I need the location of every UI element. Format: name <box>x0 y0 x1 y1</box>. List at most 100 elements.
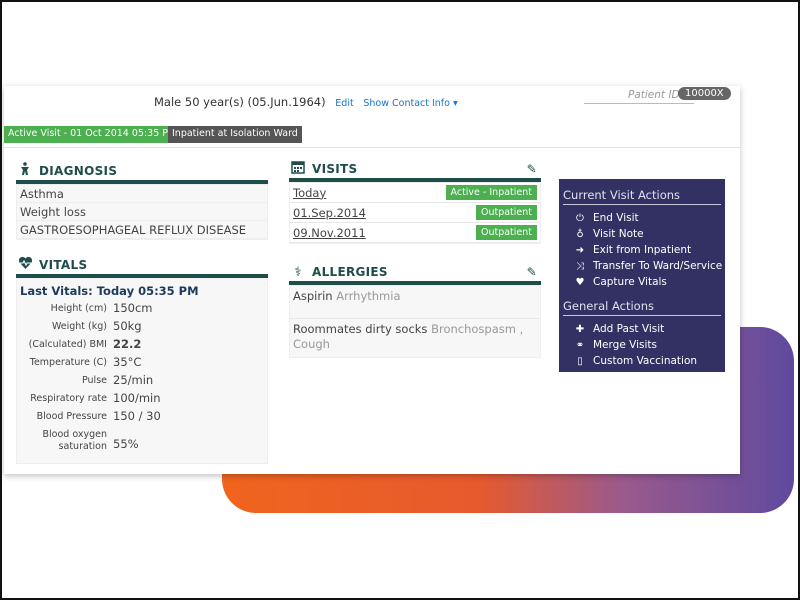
diagnosis-title-text: DIAGNOSIS <box>39 164 118 178</box>
visit-status-badge: Outpatient <box>475 205 537 220</box>
active-visit-badge[interactable]: Active Visit - 01 Oct 2014 05:35 PM <box>4 126 181 143</box>
vital-label: (Calculated) BMI <box>28 339 107 350</box>
caduceus-icon: ⚕ <box>294 264 302 280</box>
action-label: End Visit <box>593 212 639 224</box>
exit-from-inpatient-action[interactable]: ➜ Exit from Inpatient <box>573 242 725 258</box>
vitals-section: VITALS Last Vitals: Today 05:35 PM Heigh… <box>16 256 268 464</box>
vital-value: 22.2 <box>113 337 142 351</box>
patient-id-badge: 10000X <box>678 87 731 100</box>
patient-header: Male 50 year(s) (05.Jun.1964) Edit Show … <box>4 86 740 148</box>
visit-status-badge: Outpatient <box>475 225 537 240</box>
patient-id-divider <box>584 103 694 104</box>
patient-id-label: Patient ID <box>628 89 680 101</box>
visits-title-text: VISITS <box>312 162 358 176</box>
visits-section: VISITS ✎ Today Active - Inpatient 01.Sep… <box>289 160 541 244</box>
allergies-title: ⚕ ALLERGIES ✎ <box>289 263 541 285</box>
diagnosis-item: GASTROESOPHAGEAL REFLUX DISEASE <box>17 221 267 239</box>
vital-row-height: Height (cm) 150cm <box>17 300 267 318</box>
shuffle-icon: ⤨ <box>576 260 584 272</box>
stethoscope-person-icon <box>16 162 34 180</box>
vital-value: 150 / 30 <box>113 409 161 423</box>
vital-row-weight: Weight (kg) 50kg <box>17 318 267 336</box>
diagnosis-list: Asthma Weight loss GASTROESOPHAGEAL REFL… <box>16 184 268 240</box>
vital-label: Respiratory rate <box>30 393 107 404</box>
vital-value: 50kg <box>113 319 142 333</box>
visit-row[interactable]: 01.Sep.2014 Outpatient <box>290 203 540 223</box>
vital-row-blood-pressure: Blood Pressure 150 / 30 <box>17 408 267 426</box>
add-past-visit-action[interactable]: ✚ Add Past Visit <box>573 321 725 337</box>
vital-label: Temperature (C) <box>29 357 107 368</box>
diagnosis-item: Weight loss <box>17 203 267 221</box>
action-label: Merge Visits <box>593 339 657 351</box>
heart-pulse-icon <box>16 256 34 274</box>
vital-row-blood-oxygen: Blood oxygen saturation 55% <box>17 426 267 453</box>
allergen-name: Aspirin <box>293 289 333 303</box>
current-visit-actions-heading: Current Visit Actions <box>563 188 721 205</box>
allergies-section: ⚕ ALLERGIES ✎ Aspirin Arrhythmia Roommat… <box>289 263 541 358</box>
vital-value: 25/min <box>113 373 154 387</box>
visit-row[interactable]: Today Active - Inpatient <box>290 183 540 203</box>
visit-date-link[interactable]: Today <box>293 186 326 200</box>
vital-row-respiratory-rate: Respiratory rate 100/min <box>17 390 267 408</box>
merge-icon: ⚭ <box>575 339 585 351</box>
diagnosis-title: DIAGNOSIS <box>16 162 268 184</box>
allergies-title-text: ALLERGIES <box>312 265 388 279</box>
vitals-body: Last Vitals: Today 05:35 PM Height (cm) … <box>16 278 268 464</box>
visits-list: Today Active - Inpatient 01.Sep.2014 Out… <box>289 182 541 244</box>
vital-row-bmi: (Calculated) BMI 22.2 <box>17 336 267 354</box>
diagnosis-section: DIAGNOSIS Asthma Weight loss GASTROESOPH… <box>16 162 268 240</box>
vital-label: Blood Pressure <box>36 411 107 422</box>
demographics-text: Male 50 year(s) (05.Jun.1964) <box>154 95 326 109</box>
action-label: Custom Vaccination <box>593 355 698 367</box>
ward-badge: Inpatient at Isolation Ward <box>168 126 302 143</box>
power-icon: ⏻ <box>576 212 584 224</box>
vital-label: Blood oxygen saturation <box>42 429 108 452</box>
last-vitals-heading: Last Vitals: Today 05:35 PM <box>20 284 199 298</box>
general-actions-heading: General Actions <box>563 299 721 316</box>
vitals-title-text: VITALS <box>39 258 88 272</box>
patient-demographics: Male 50 year(s) (05.Jun.1964) Edit Show … <box>154 95 458 109</box>
pencil-icon[interactable]: ✎ <box>527 265 537 279</box>
allergen-name: Roommates dirty socks <box>293 322 428 336</box>
visit-status-badge: Active - Inpatient <box>445 185 537 200</box>
action-label: Add Past Visit <box>593 323 665 335</box>
exit-icon: ➜ <box>575 244 585 256</box>
allergy-item: Aspirin Arrhythmia <box>290 286 540 319</box>
pencil-icon[interactable]: ✎ <box>527 162 537 176</box>
calendar-icon <box>289 160 307 178</box>
actions-panel: Current Visit Actions ⏻ End Visit ♁ Visi… <box>559 179 725 372</box>
vital-row-temperature: Temperature (C) 35°C <box>17 354 267 372</box>
visits-title: VISITS ✎ <box>289 160 541 182</box>
action-label: Visit Note <box>593 228 644 240</box>
action-label: Transfer To Ward/Service <box>593 260 723 272</box>
allergy-reaction: Arrhythmia <box>336 289 401 303</box>
show-contact-info-link[interactable]: Show Contact Info ▾ <box>363 98 457 109</box>
capture-vitals-action[interactable]: ♥ Capture Vitals <box>573 274 725 290</box>
visit-row[interactable]: 09.Nov.2011 Outpatient <box>290 223 540 243</box>
vital-value: 150cm <box>113 301 153 315</box>
allergies-list: Aspirin Arrhythmia Roommates dirty socks… <box>289 285 541 358</box>
vital-label: Height (cm) <box>50 303 107 314</box>
vital-value: 55% <box>113 437 139 451</box>
stethoscope-icon: ♁ <box>576 228 584 240</box>
vitals-title: VITALS <box>16 256 268 278</box>
vital-label: Weight (kg) <box>51 321 107 332</box>
end-visit-action[interactable]: ⏻ End Visit <box>573 210 725 226</box>
vital-value: 100/min <box>113 391 161 405</box>
visit-date-link[interactable]: 09.Nov.2011 <box>293 226 366 240</box>
visit-date-link[interactable]: 01.Sep.2014 <box>293 206 366 220</box>
action-label: Exit from Inpatient <box>593 244 692 256</box>
plus-icon: ✚ <box>575 323 585 335</box>
vital-value: 35°C <box>113 355 142 369</box>
vital-label: Pulse <box>81 375 107 386</box>
allergy-item: Roommates dirty socks Bronchospasm , Cou… <box>290 319 540 355</box>
edit-link[interactable]: Edit <box>335 98 353 109</box>
custom-vaccination-action[interactable]: ▯ Custom Vaccination <box>573 353 725 369</box>
document-icon: ▯ <box>577 355 583 367</box>
visit-note-action[interactable]: ♁ Visit Note <box>573 226 725 242</box>
transfer-to-ward-action[interactable]: ⤨ Transfer To Ward/Service <box>573 258 725 274</box>
vital-row-pulse: Pulse 25/min <box>17 372 267 390</box>
merge-visits-action[interactable]: ⚭ Merge Visits <box>573 337 725 353</box>
heart-icon: ♥ <box>575 276 585 288</box>
action-label: Capture Vitals <box>593 276 667 288</box>
